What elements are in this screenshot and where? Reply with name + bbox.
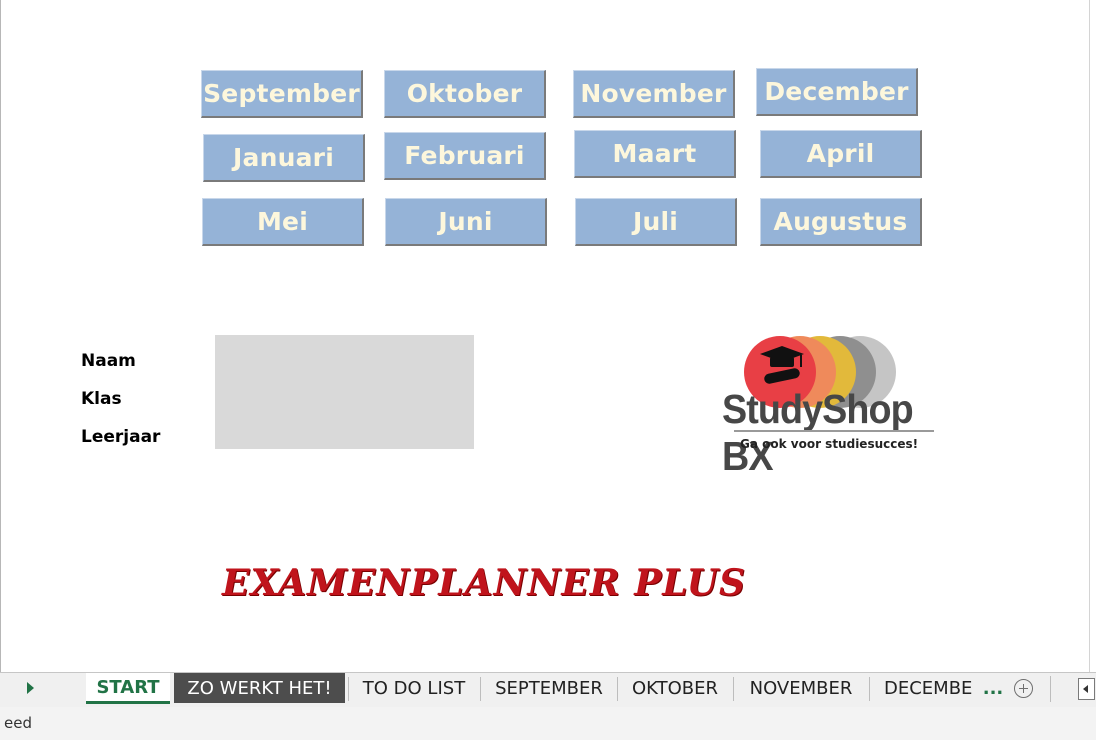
- tab-to-do-list[interactable]: TO DO LIST: [352, 673, 476, 703]
- label-klas: Klas: [81, 389, 122, 409]
- tab-separator: [733, 677, 734, 701]
- tab-separator: [869, 677, 870, 701]
- month-button-januari[interactable]: Januari: [203, 134, 365, 182]
- scroll-left-button[interactable]: [1078, 678, 1095, 700]
- logo-divider: [734, 430, 934, 432]
- tab-november[interactable]: NOVEMBER: [736, 673, 866, 703]
- month-button-maart[interactable]: Maart: [574, 130, 736, 178]
- month-button-december[interactable]: December: [756, 68, 918, 116]
- label-leerjaar: Leerjaar: [81, 427, 161, 447]
- worksheet-area[interactable]: September Oktober November December Janu…: [0, 0, 1096, 672]
- tab-december[interactable]: DECEMBE: [872, 673, 988, 703]
- tab-scroll-area: [0, 673, 84, 705]
- arrow-left-icon: [1083, 685, 1088, 693]
- month-button-juli[interactable]: Juli: [575, 198, 737, 246]
- month-button-september[interactable]: September: [201, 70, 363, 118]
- tab-oktober[interactable]: OKTOBER: [620, 673, 730, 703]
- month-button-april[interactable]: April: [760, 130, 922, 178]
- tab-separator: [617, 677, 618, 701]
- sheet-right-border: [1089, 0, 1090, 672]
- tab-bar-splitter[interactable]: [1050, 676, 1051, 702]
- tab-zo-werkt-het[interactable]: ZO WERKT HET!: [174, 673, 345, 703]
- arrow-right-icon[interactable]: [27, 682, 34, 694]
- month-button-mei[interactable]: Mei: [202, 198, 364, 246]
- tab-separator: [348, 677, 349, 701]
- tab-september[interactable]: SEPTEMBER: [484, 673, 614, 703]
- label-naam: Naam: [81, 351, 136, 371]
- sheet-tab-bar: START ZO WERKT HET! TO DO LIST SEPTEMBER…: [0, 672, 1096, 707]
- tab-separator: [480, 677, 481, 701]
- month-button-november[interactable]: November: [573, 70, 735, 118]
- sheet-left-border: [0, 0, 1, 672]
- more-tabs-button[interactable]: ...: [980, 673, 1006, 703]
- month-button-augustus[interactable]: Augustus: [760, 198, 922, 246]
- student-info-input-box[interactable]: [215, 335, 474, 449]
- status-text: eed: [4, 714, 32, 732]
- month-button-februari[interactable]: Februari: [384, 132, 546, 180]
- status-bar: eed: [0, 707, 1096, 740]
- month-button-oktober[interactable]: Oktober: [384, 70, 546, 118]
- month-button-juni[interactable]: Juni: [385, 198, 547, 246]
- tab-start[interactable]: START: [86, 673, 170, 704]
- app-title: EXAMENPLANNER PLUS: [222, 562, 747, 604]
- logo-name: StudyShop BX: [722, 386, 914, 479]
- logo-tagline: Ga ook voor studiesucces!: [740, 437, 919, 451]
- plus-circle-icon[interactable]: [1014, 679, 1033, 698]
- studyshop-logo: StudyShop BX Ga ook voor studiesucces!: [718, 336, 934, 479]
